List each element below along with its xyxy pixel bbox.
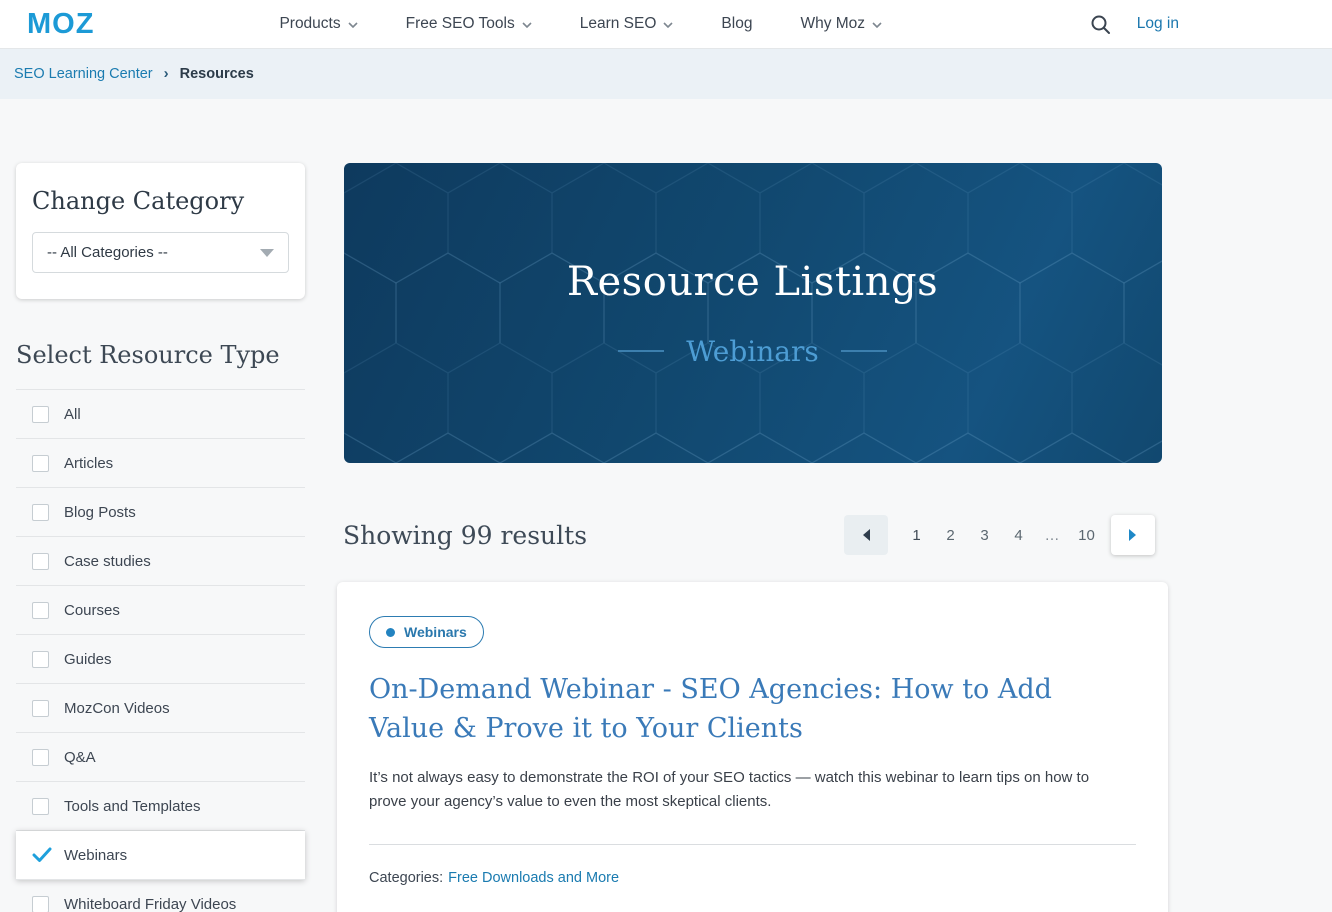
- resource-type-label: Case studies: [64, 552, 151, 570]
- checkbox-icon: [32, 405, 49, 423]
- resource-type-option-webinars[interactable]: Webinars: [16, 831, 305, 880]
- search-icon[interactable]: [1090, 14, 1111, 35]
- category-dropdown-value: -- All Categories --: [47, 244, 168, 261]
- pagination-page-3[interactable]: 3: [974, 527, 995, 544]
- results-summary: Showing 99 results: [343, 520, 588, 550]
- pagination-page-10[interactable]: 10: [1076, 527, 1097, 544]
- resource-type-label: Q&A: [64, 748, 96, 766]
- breadcrumb-resources: Resources: [179, 66, 254, 82]
- change-category-card: Change Category -- All Categories --: [16, 163, 305, 299]
- nav-why-moz-label: Why Moz: [800, 15, 866, 32]
- pagination: 1 2 3 4 … 10: [844, 515, 1155, 555]
- breadcrumb: SEO Learning Center › Resources: [0, 49, 1332, 99]
- checkbox-icon: [32, 503, 49, 521]
- resource-type-option-qa[interactable]: Q&A: [16, 733, 305, 782]
- pagination-ellipsis: …: [1044, 526, 1061, 544]
- main-nav: Products Free SEO Tools Learn SEO Blog W…: [279, 15, 882, 33]
- resource-type-label: Webinars: [64, 846, 128, 864]
- change-category-title: Change Category: [32, 187, 245, 215]
- checkbox-icon: [32, 748, 49, 766]
- pagination-pages: 1 2 3 4 … 10: [906, 527, 1097, 544]
- nav-blog-label: Blog: [721, 15, 753, 32]
- nav-blog[interactable]: Blog: [721, 15, 752, 33]
- pagination-next-button[interactable]: [1111, 515, 1155, 555]
- category-link[interactable]: Free Downloads and More: [448, 870, 619, 886]
- checkbox-icon: [32, 699, 49, 717]
- chevron-down-icon: [348, 22, 358, 28]
- card-divider: [369, 844, 1136, 846]
- hero-title: Resource Listings: [566, 258, 939, 305]
- badge-dot-icon: [386, 627, 395, 637]
- pagination-page-2[interactable]: 2: [940, 527, 961, 544]
- resource-type-label: Courses: [64, 601, 120, 619]
- nav-learn-seo-label: Learn SEO: [579, 15, 657, 32]
- hero-banner: Resource Listings Webinars: [343, 163, 1162, 463]
- resource-type-list: All Articles Blog Posts Case studies Cou…: [16, 389, 305, 912]
- categories-label: Categories:: [369, 870, 444, 887]
- breadcrumb-seo-learning-center[interactable]: SEO Learning Center: [14, 66, 153, 82]
- resource-type-label: All: [64, 405, 81, 423]
- resource-type-title: Select Resource Type: [16, 341, 280, 369]
- top-navbar: MOZ Products Free SEO Tools Learn SEO Bl…: [0, 0, 1332, 49]
- resource-categories-row: Categories: Free Downloads and More: [369, 870, 1136, 886]
- chevron-left-icon: [863, 529, 870, 541]
- breadcrumb-separator-icon: ›: [163, 65, 169, 82]
- checkbox-icon: [32, 797, 49, 815]
- pagination-page-4[interactable]: 4: [1008, 527, 1029, 544]
- results-header-row: Showing 99 results 1 2 3 4 … 10: [337, 515, 1168, 555]
- pagination-prev-button[interactable]: [844, 515, 888, 555]
- filters-sidebar: Change Category -- All Categories -- Sel…: [16, 163, 305, 912]
- hero-subtitle: Webinars: [686, 334, 819, 368]
- hero-subtitle-row: Webinars: [618, 334, 887, 368]
- hexagon-pattern-decoration: [343, 163, 1162, 463]
- badge-label: Webinars: [404, 624, 467, 640]
- login-link[interactable]: Log in: [1137, 15, 1179, 33]
- resource-type-option-whiteboard-friday-videos[interactable]: Whiteboard Friday Videos: [16, 880, 305, 912]
- resource-type-option-case-studies[interactable]: Case studies: [16, 537, 305, 586]
- checkbox-icon: [32, 601, 49, 619]
- resource-title-link[interactable]: On-Demand Webinar - SEO Agencies: How to…: [369, 670, 1069, 748]
- nav-free-seo-tools-label: Free SEO Tools: [405, 15, 515, 32]
- nav-products[interactable]: Products: [279, 15, 358, 33]
- nav-learn-seo[interactable]: Learn SEO: [580, 15, 674, 33]
- moz-logo[interactable]: MOZ: [27, 8, 94, 41]
- resource-type-option-tools-and-templates[interactable]: Tools and Templates: [16, 782, 305, 831]
- resource-type-option-articles[interactable]: Articles: [16, 439, 305, 488]
- subtitle-dash-right: [840, 350, 887, 352]
- resource-card: Webinars On-Demand Webinar - SEO Agencie…: [337, 582, 1168, 912]
- chevron-down-icon: [522, 22, 532, 28]
- subtitle-dash-left: [618, 350, 665, 352]
- chevron-right-icon: [1129, 529, 1136, 541]
- resource-type-label: Guides: [64, 650, 112, 668]
- webinars-badge[interactable]: Webinars: [369, 616, 484, 648]
- pagination-page-1[interactable]: 1: [906, 527, 927, 544]
- resource-type-option-all[interactable]: All: [16, 390, 305, 439]
- chevron-down-icon: [872, 22, 882, 28]
- resource-type-option-guides[interactable]: Guides: [16, 635, 305, 684]
- dropdown-caret-icon: [260, 248, 274, 257]
- resource-type-label: Whiteboard Friday Videos: [64, 895, 237, 912]
- resource-type-option-blog-posts[interactable]: Blog Posts: [16, 488, 305, 537]
- results-main: Resource Listings Webinars Showing 99 re…: [337, 163, 1168, 912]
- category-dropdown[interactable]: -- All Categories --: [32, 232, 289, 273]
- resource-description: It’s not always easy to demonstrate the …: [369, 769, 1090, 811]
- resource-type-label: Tools and Templates: [64, 797, 201, 815]
- resource-type-option-courses[interactable]: Courses: [16, 586, 305, 635]
- checkbox-icon: [32, 454, 49, 472]
- nav-products-label: Products: [279, 15, 341, 32]
- checkbox-icon: [32, 552, 49, 570]
- resource-type-option-mozcon-videos[interactable]: MozCon Videos: [16, 684, 305, 733]
- resource-type-label: Articles: [64, 454, 114, 472]
- checkbox-icon: [32, 650, 49, 668]
- checkbox-icon: [32, 895, 49, 912]
- chevron-down-icon: [663, 22, 673, 28]
- nav-why-moz[interactable]: Why Moz: [800, 15, 882, 33]
- resource-type-label: Blog Posts: [64, 503, 136, 521]
- nav-free-seo-tools[interactable]: Free SEO Tools: [406, 15, 532, 33]
- page-content: Change Category -- All Categories -- Sel…: [0, 163, 1332, 912]
- resource-type-label: MozCon Videos: [64, 699, 170, 717]
- checkmark-icon: [32, 847, 52, 862]
